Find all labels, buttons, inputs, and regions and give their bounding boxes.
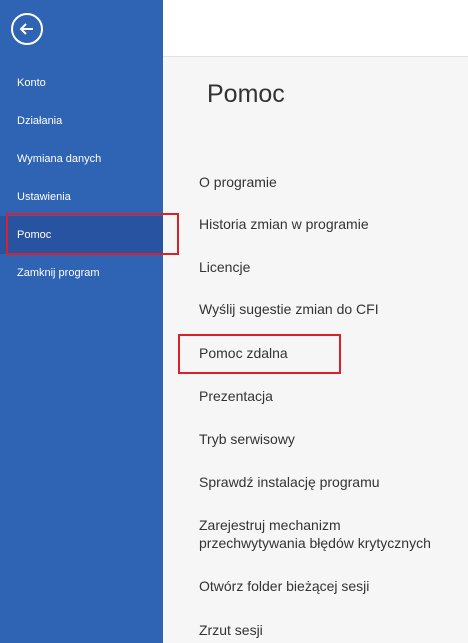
sidebar-item-dzialania[interactable]: Działania xyxy=(0,102,163,140)
menu-item-zarejestruj-mechanizm[interactable]: Zarejestruj mechanizm przechwytywania bł… xyxy=(199,516,431,552)
menu-item-otworz-folder[interactable]: Otwórz folder bieżącej sesji xyxy=(199,577,369,595)
sidebar-item-pomoc[interactable]: Pomoc xyxy=(0,216,163,254)
menu-item-label-line2: przechwytywania błędów krytycznych xyxy=(199,535,431,551)
menu-item-label-line1: Zarejestruj mechanizm xyxy=(199,517,341,533)
menu-item-pomoc-zdalna[interactable]: Pomoc zdalna xyxy=(199,344,288,362)
menu-item-zrzut-sesji[interactable]: Zrzut sesji xyxy=(199,621,263,639)
sidebar-item-konto[interactable]: Konto xyxy=(0,64,163,102)
menu-item-prezentacja[interactable]: Prezentacja xyxy=(199,387,273,405)
arrow-left-icon xyxy=(19,23,33,35)
sidebar-item-zamknij-program[interactable]: Zamknij program xyxy=(0,254,163,292)
menu-item-o-programie[interactable]: O programie xyxy=(199,173,277,191)
menu-item-historia-zmian[interactable]: Historia zmian w programie xyxy=(199,215,369,233)
sidebar-item-wymiana-danych[interactable]: Wymiana danych xyxy=(0,140,163,178)
menu-item-wyslij-sugestie[interactable]: Wyślij sugestie zmian do CFI xyxy=(199,300,379,318)
page-title: Pomoc xyxy=(207,80,285,108)
backstage-sidebar: Konto Działania Wymiana danych Ustawieni… xyxy=(0,0,163,643)
menu-item-licencje[interactable]: Licencje xyxy=(199,258,250,276)
sidebar-item-ustawienia[interactable]: Ustawienia xyxy=(0,178,163,216)
header-strip xyxy=(163,0,468,57)
menu-item-sprawdz-instalacje[interactable]: Sprawdź instalację programu xyxy=(199,473,380,491)
back-button[interactable] xyxy=(11,13,43,45)
menu-item-tryb-serwisowy[interactable]: Tryb serwisowy xyxy=(199,430,295,448)
